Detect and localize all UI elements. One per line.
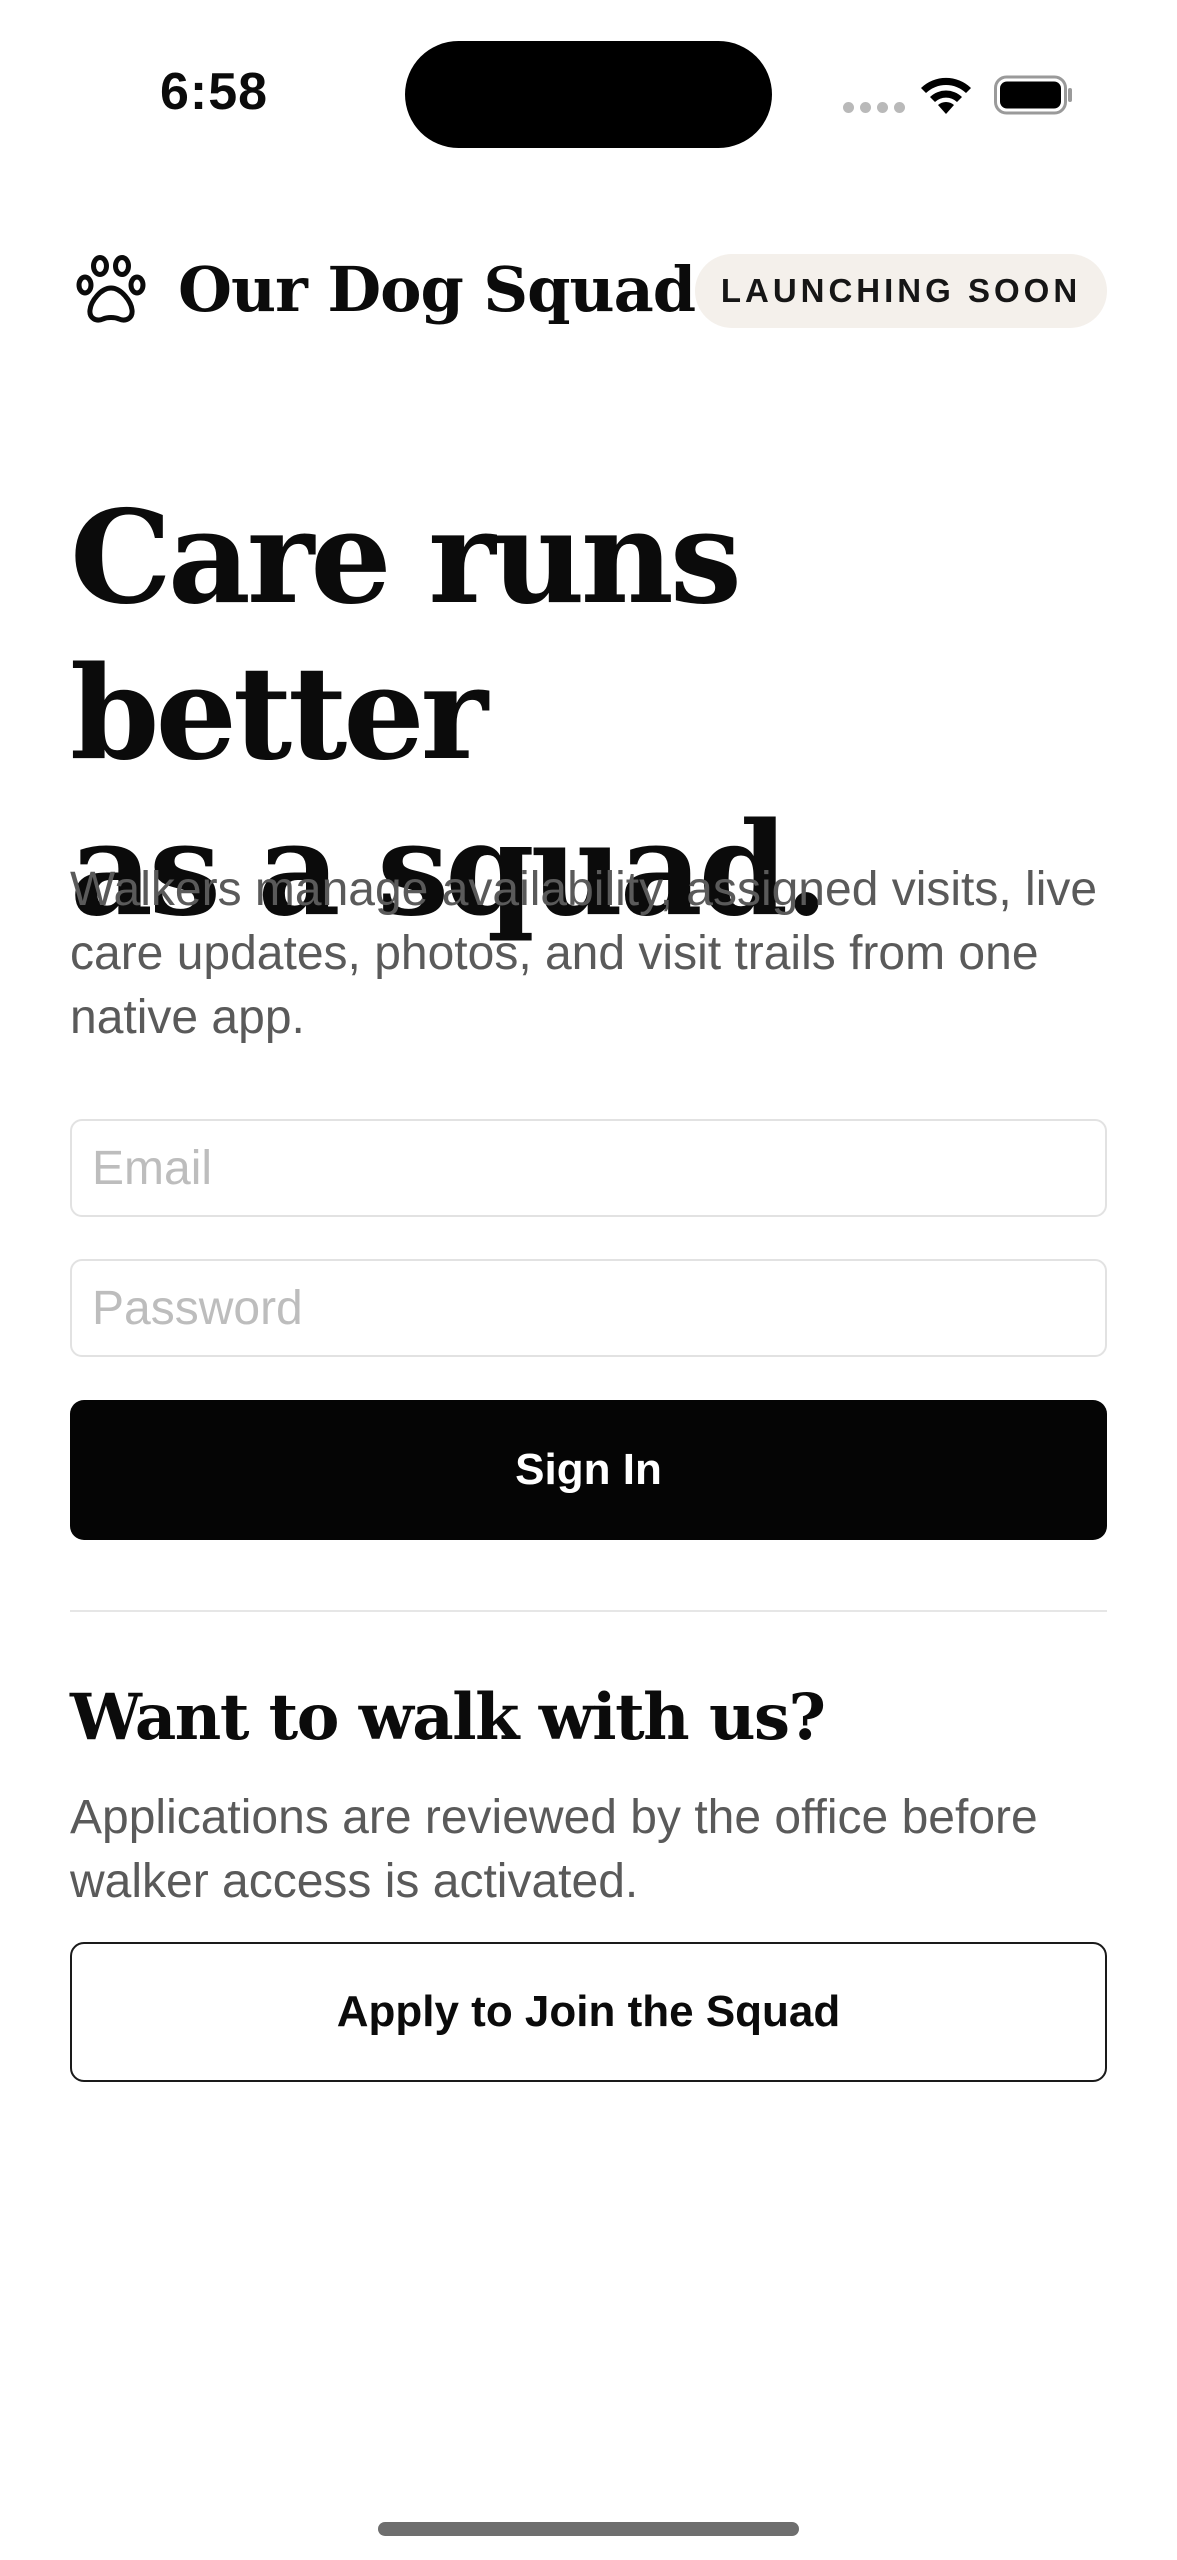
apply-description: Applications are reviewed by the office … (70, 1791, 1038, 1908)
app-header: Our Dog Squad LAUNCHING SOON (70, 250, 1107, 335)
wifi-icon (921, 77, 971, 114)
status-bar: 6:58 (0, 0, 1177, 190)
home-indicator[interactable] (378, 2522, 799, 2536)
hero-subtitle: Walkers manage availability, assigned vi… (70, 863, 1098, 1044)
email-field[interactable] (70, 1119, 1107, 1217)
brand-name: Our Dog Squad (178, 253, 696, 326)
battery-icon (994, 75, 1072, 115)
apply-to-join-button[interactable]: Apply to Join the Squad (70, 1942, 1107, 2082)
apply-heading: Want to walk with us? (70, 1680, 826, 1755)
paw-icon (76, 255, 146, 323)
sign-in-button[interactable]: Sign In (70, 1400, 1107, 1540)
hero-title-line1: Care runs better (70, 483, 742, 789)
dynamic-island (405, 41, 772, 148)
cellular-signal-icon (843, 102, 905, 113)
section-divider (70, 1610, 1107, 1612)
password-field[interactable] (70, 1259, 1107, 1357)
status-time: 6:58 (160, 63, 269, 121)
launching-soon-badge: LAUNCHING SOON (695, 254, 1107, 328)
